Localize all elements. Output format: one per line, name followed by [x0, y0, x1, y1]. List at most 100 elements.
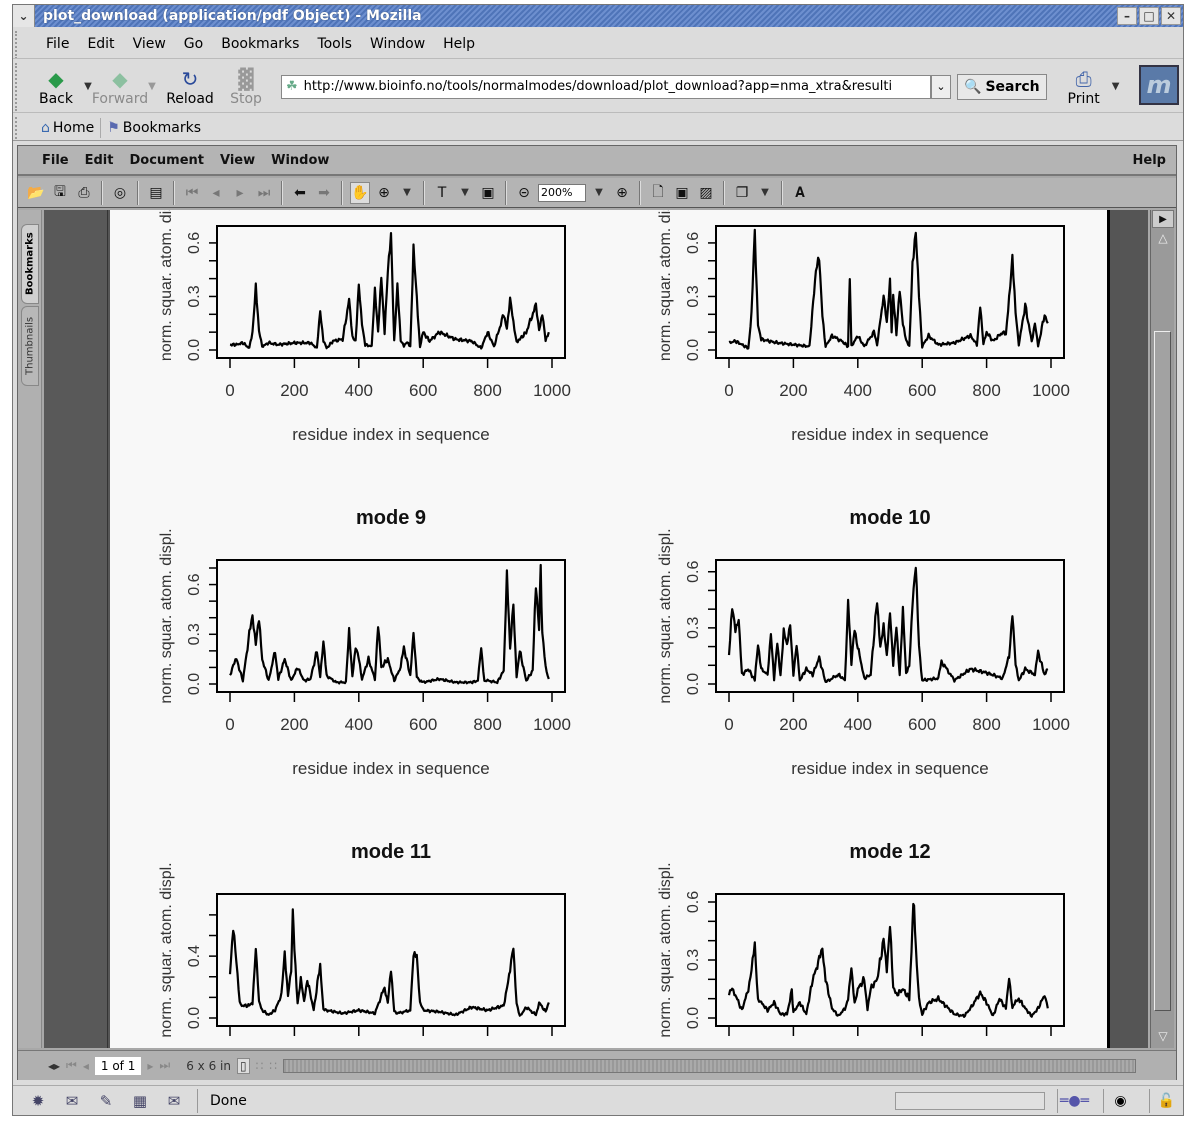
zoom-in-button[interactable]: ⊕ [612, 182, 632, 204]
zoom-out-button[interactable]: ⊝ [514, 182, 534, 204]
bookmarks-button[interactable]: ⚑ Bookmarks [101, 120, 207, 136]
first-page-button[interactable]: ⏮ [182, 182, 202, 204]
fit-page-button[interactable]: ▣ [672, 182, 692, 204]
back-button[interactable]: ◆ Back [33, 67, 79, 107]
zoom-tool-dropdown[interactable]: ▼ [398, 187, 416, 198]
go-back-view-button[interactable]: ⬅ [290, 182, 310, 204]
forward-button[interactable]: ◆ Forward [92, 67, 148, 107]
print-pdf-button[interactable]: ⎙ [74, 182, 94, 204]
continuous-layout-icon[interactable]: ∷ [256, 1059, 264, 1073]
text-select-tool-button[interactable]: T [432, 182, 452, 204]
title-bar[interactable]: ⌄ plot_download (application/pdf Object)… [13, 5, 1183, 27]
x-tick-label: 800 [972, 715, 1000, 734]
zoom-tool-button[interactable]: ⊕ [374, 182, 394, 204]
forward-history-dropdown[interactable]: ▼ [143, 81, 161, 92]
tab-thumbnails[interactable]: Thumbnails [21, 306, 39, 386]
minimize-button[interactable]: – [1117, 7, 1137, 25]
search-button[interactable]: 🔍 Search [957, 73, 1047, 100]
online-status-button[interactable]: ═●═ [1057, 1088, 1091, 1113]
reload-button[interactable]: ↻ Reload [166, 67, 214, 107]
mail-icon[interactable]: ✉ [61, 1092, 83, 1110]
toggle-navigation-pane-icon[interactable]: ◂▸ [48, 1059, 60, 1073]
pdf-menubar: File Edit Document View Window Help [18, 146, 1176, 176]
mozilla-throbber-logo[interactable]: m [1139, 65, 1179, 105]
rotate-dropdown[interactable]: ▼ [756, 187, 774, 198]
actual-size-button[interactable]: 🗋 [648, 182, 668, 204]
facing-layout-icon[interactable]: ∷ [269, 1059, 277, 1073]
home-button[interactable]: ⌂ Home [35, 120, 100, 136]
series-line [229, 563, 550, 685]
print-button[interactable]: ⎙ Print [1061, 67, 1107, 107]
back-arrow-icon: ⬅ [294, 184, 306, 201]
tab-bookmarks[interactable]: Bookmarks [21, 224, 39, 304]
print-dropdown[interactable]: ▼ [1107, 81, 1125, 92]
menu-window[interactable]: Window [361, 36, 434, 52]
personal-toolbar: ⌂ Home ⚑ Bookmarks [13, 115, 1183, 141]
text-select-dropdown[interactable]: ▼ [456, 187, 474, 198]
privacy-button[interactable]: ◉ [1103, 1088, 1137, 1113]
scrollbar-thumb[interactable] [1154, 331, 1171, 1012]
last-page-button[interactable]: ⏭ [254, 182, 274, 204]
hand-tool-button[interactable]: ✋ [350, 181, 370, 204]
zoom-level-dropdown[interactable]: ▼ [590, 187, 608, 198]
pdf-menu-edit[interactable]: Edit [77, 153, 122, 168]
zoom-level-input[interactable]: 200% [538, 183, 586, 202]
maximize-button[interactable]: □ [1139, 7, 1159, 25]
save-button[interactable]: 🖫 [50, 182, 70, 204]
pdf-menu-help[interactable]: Help [1125, 153, 1176, 168]
scroll-up-button[interactable]: △ [1153, 230, 1173, 246]
chart-panel-3: mode 9 0.0 0.3 0.6 norm. squar. atom. displ.… [158, 507, 571, 778]
rotate-view-button[interactable]: ❐ [732, 182, 752, 204]
menu-bookmarks[interactable]: Bookmarks [212, 36, 308, 52]
go-forward-view-button[interactable]: ➡ [314, 182, 334, 204]
open-file-button[interactable]: 📂 [26, 182, 46, 204]
chart-panel-5: mode 110.00.4norm. squar. atom. displ.02… [158, 841, 566, 1038]
stop-button[interactable]: ▓ Stop [223, 67, 269, 107]
plot-frame [216, 893, 566, 1027]
x-tick-label: 400 [345, 715, 373, 734]
zoom-in-icon: ⊕ [616, 184, 628, 201]
next-page-button[interactable]: ▸ [230, 182, 250, 204]
menu-help[interactable]: Help [434, 36, 484, 52]
previous-page-button[interactable]: ◂ [206, 182, 226, 204]
close-button[interactable]: ✕ [1161, 7, 1181, 25]
address-book-icon[interactable]: ▦ [129, 1092, 151, 1110]
previous-page-icon[interactable]: ◂ [83, 1059, 89, 1073]
url-history-dropdown[interactable]: ⌄ [931, 74, 951, 99]
vertical-scrollbar[interactable]: ▶ △ ▽ [1150, 210, 1174, 1048]
navigator-icon[interactable]: ✹ [27, 1092, 49, 1110]
menu-tools[interactable]: Tools [308, 36, 361, 52]
find-button[interactable]: ◎ [110, 182, 130, 204]
toolbar-separator [423, 180, 425, 205]
menu-file[interactable]: File [37, 36, 78, 52]
page-number-field[interactable]: 1 of 1 [94, 1056, 142, 1075]
pdf-menu-file[interactable]: File [34, 153, 77, 168]
triangle-right-icon: ▶ [1159, 213, 1167, 225]
previous-page-icon: ◂ [212, 184, 220, 201]
fit-width-button[interactable]: ▨ [696, 182, 716, 204]
menu-go[interactable]: Go [175, 36, 212, 52]
scroll-down-button[interactable]: ▽ [1153, 1028, 1173, 1044]
document-view[interactable]: 0.0 0.3 0.6 norm. squar. atom. dis 0 200 400 60… [108, 210, 1148, 1048]
chat-icon[interactable]: ✉ [163, 1092, 185, 1110]
menu-view[interactable]: View [124, 36, 175, 52]
split-pane-toggle[interactable]: ▶ [1152, 210, 1174, 228]
next-page-icon[interactable]: ▸ [147, 1059, 153, 1073]
first-page-icon[interactable]: ⏮ [66, 1058, 77, 1073]
url-input[interactable]: ☘ http://www.bioinfo.no/tools/normalmode… [281, 74, 931, 99]
graphics-select-tool-button[interactable]: ▣ [478, 182, 498, 204]
acrobat-logo-button[interactable]: 𝐀 [790, 182, 810, 204]
chevron-down-icon: ⌄ [18, 9, 29, 23]
security-lock-button[interactable]: 🔓 [1149, 1088, 1183, 1113]
pdf-menu-document[interactable]: Document [121, 153, 212, 168]
window-menu-button[interactable]: ⌄ [13, 5, 35, 27]
y-tick-label: 0.6 [186, 573, 203, 595]
show-navigation-pane-button[interactable]: ▤ [146, 182, 166, 204]
last-page-icon[interactable]: ⏭ [159, 1058, 170, 1073]
pdf-menu-window[interactable]: Window [263, 153, 337, 168]
single-page-layout-icon[interactable]: ▯ [236, 1057, 250, 1074]
horizontal-scrollbar[interactable] [282, 1058, 1136, 1073]
composer-icon[interactable]: ✎ [95, 1092, 117, 1110]
menu-edit[interactable]: Edit [78, 36, 123, 52]
pdf-menu-view[interactable]: View [212, 153, 263, 168]
